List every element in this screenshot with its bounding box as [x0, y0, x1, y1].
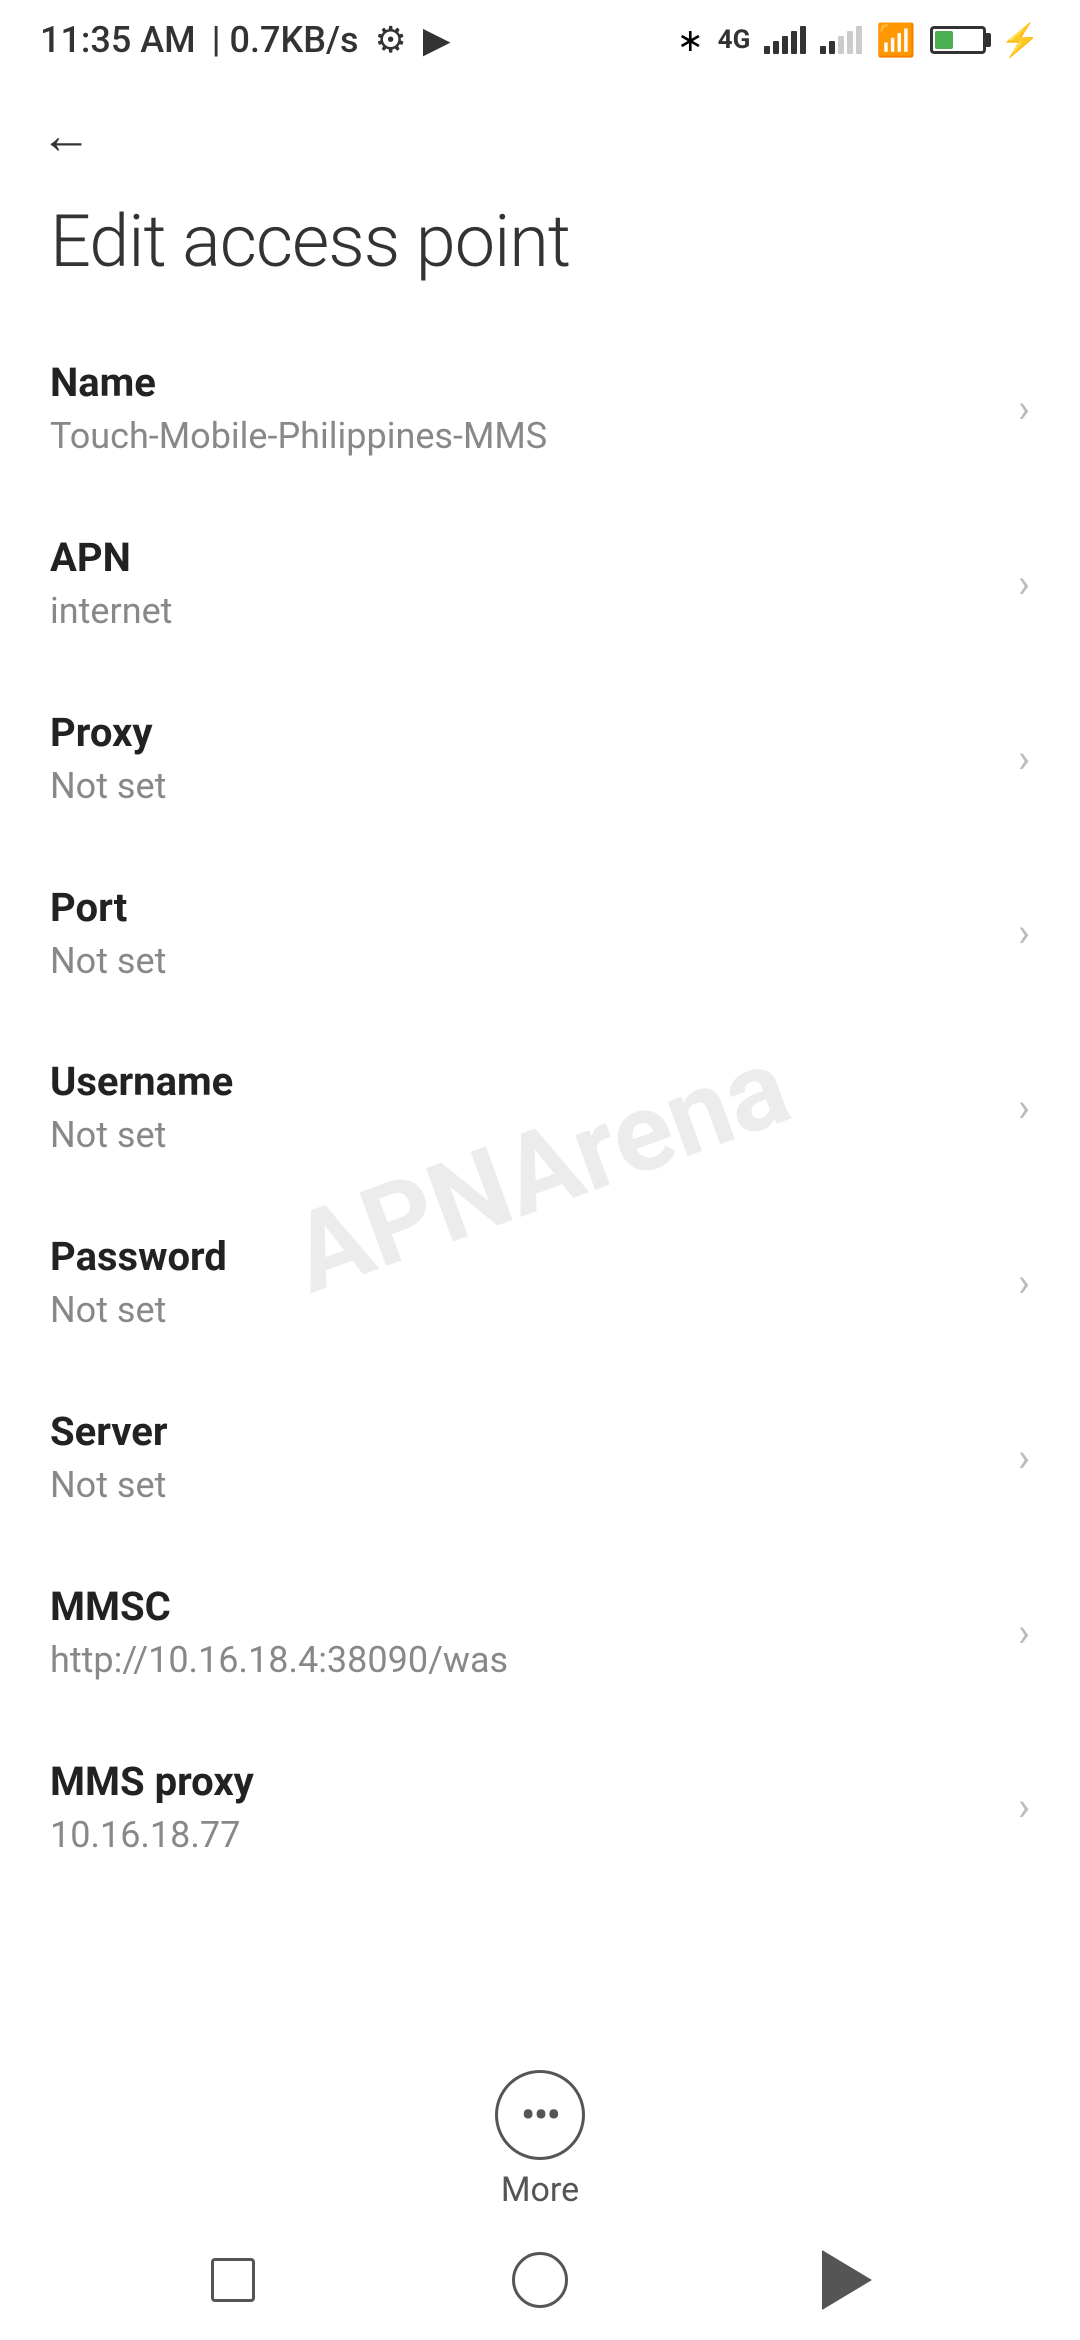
- settings-item-proxy-label: Proxy: [50, 707, 998, 759]
- settings-item-server[interactable]: Server Not set ›: [0, 1370, 1080, 1545]
- bar5: [800, 26, 806, 54]
- settings-item-apn[interactable]: APN internet ›: [0, 496, 1080, 671]
- signal-bars-2: [820, 26, 862, 54]
- settings-item-mmsc[interactable]: MMSC http://10.16.18.4:38090/was ›: [0, 1545, 1080, 1720]
- status-left: 11:35 AM | 0.7KB/s ⚙ ▶: [40, 19, 451, 61]
- settings-item-port-value: Not set: [50, 938, 998, 985]
- bar2: [773, 41, 779, 54]
- status-bar: 11:35 AM | 0.7KB/s ⚙ ▶ ∗ 4G 📶 ⚡: [0, 0, 1080, 80]
- video-icon: ▶: [423, 19, 451, 61]
- nav-bar: [0, 2220, 1080, 2340]
- settings-icon: ⚙: [375, 19, 407, 61]
- bar2: [829, 41, 835, 54]
- chevron-right-icon: ›: [1018, 1783, 1030, 1830]
- settings-item-apn-content: APN internet: [50, 532, 998, 635]
- home-icon: [512, 2252, 568, 2308]
- bar1: [764, 46, 770, 54]
- settings-item-port[interactable]: Port Not set ›: [0, 846, 1080, 1021]
- more-button[interactable]: ••• More: [495, 2070, 585, 2210]
- speed-display: | 0.7KB/s: [212, 19, 359, 61]
- settings-item-apn-label: APN: [50, 532, 998, 584]
- settings-item-password-label: Password: [50, 1231, 998, 1283]
- chevron-right-icon: ›: [1018, 560, 1030, 607]
- chevron-right-icon: ›: [1018, 1609, 1030, 1656]
- settings-item-apn-value: internet: [50, 588, 998, 635]
- settings-item-name-value: Touch-Mobile-Philippines-MMS: [50, 413, 998, 460]
- wifi-icon: 📶: [876, 21, 916, 59]
- recent-apps-icon: [211, 2258, 255, 2302]
- ellipsis-icon: •••: [521, 2089, 560, 2141]
- chevron-right-icon: ›: [1018, 909, 1030, 956]
- bar3: [782, 36, 788, 54]
- settings-item-mms-proxy-label: MMS proxy: [50, 1756, 998, 1808]
- settings-item-password-value: Not set: [50, 1287, 998, 1334]
- bluetooth-icon: ∗: [677, 21, 704, 59]
- bar3: [838, 36, 844, 54]
- more-label: More: [501, 2170, 579, 2210]
- nav-back-button[interactable]: [807, 2240, 887, 2320]
- chevron-right-icon: ›: [1018, 385, 1030, 432]
- settings-item-username-label: Username: [50, 1056, 998, 1108]
- settings-item-server-content: Server Not set: [50, 1406, 998, 1509]
- settings-item-password-content: Password Not set: [50, 1231, 998, 1334]
- chevron-right-icon: ›: [1018, 1434, 1030, 1481]
- charge-icon: ⚡: [1000, 21, 1040, 59]
- chevron-right-icon: ›: [1018, 735, 1030, 782]
- bar4: [791, 31, 797, 54]
- chevron-right-icon: ›: [1018, 1259, 1030, 1306]
- settings-item-mmsc-content: MMSC http://10.16.18.4:38090/was: [50, 1581, 998, 1684]
- settings-item-name-label: Name: [50, 357, 998, 409]
- bar1: [820, 46, 826, 54]
- settings-item-username[interactable]: Username Not set ›: [0, 1020, 1080, 1195]
- chevron-right-icon: ›: [1018, 1084, 1030, 1131]
- settings-item-server-label: Server: [50, 1406, 998, 1458]
- status-right: ∗ 4G 📶 ⚡: [677, 21, 1040, 59]
- battery-fill: [935, 31, 952, 49]
- settings-item-proxy-value: Not set: [50, 763, 998, 810]
- bar4: [847, 31, 853, 54]
- network-4g-icon: 4G: [718, 25, 751, 55]
- settings-list: Name Touch-Mobile-Philippines-MMS › APN …: [0, 321, 1080, 1894]
- settings-item-name-content: Name Touch-Mobile-Philippines-MMS: [50, 357, 998, 460]
- settings-item-mmsc-value: http://10.16.18.4:38090/was: [50, 1637, 998, 1684]
- settings-item-name[interactable]: Name Touch-Mobile-Philippines-MMS ›: [0, 321, 1080, 496]
- back-icon: [822, 2250, 872, 2310]
- more-circle-icon: •••: [495, 2070, 585, 2160]
- settings-item-mms-proxy-value: 10.16.18.77: [50, 1812, 998, 1859]
- nav-recent-button[interactable]: [193, 2240, 273, 2320]
- settings-item-username-value: Not set: [50, 1112, 998, 1159]
- settings-item-port-content: Port Not set: [50, 882, 998, 985]
- settings-item-port-label: Port: [50, 882, 998, 934]
- bar5: [856, 26, 862, 54]
- time-display: 11:35 AM: [40, 19, 196, 61]
- settings-item-mms-proxy[interactable]: MMS proxy 10.16.18.77 ›: [0, 1720, 1080, 1895]
- battery-icon: [930, 26, 986, 54]
- settings-item-server-value: Not set: [50, 1462, 998, 1509]
- page-title: Edit access point: [0, 182, 1080, 321]
- settings-item-proxy-content: Proxy Not set: [50, 707, 998, 810]
- top-bar: ←: [0, 80, 1080, 182]
- settings-item-password[interactable]: Password Not set ›: [0, 1195, 1080, 1370]
- settings-item-mms-proxy-content: MMS proxy 10.16.18.77: [50, 1756, 998, 1859]
- signal-bars-1: [764, 26, 806, 54]
- settings-item-proxy[interactable]: Proxy Not set ›: [0, 671, 1080, 846]
- settings-item-username-content: Username Not set: [50, 1056, 998, 1159]
- nav-home-button[interactable]: [500, 2240, 580, 2320]
- back-button[interactable]: ←: [40, 110, 92, 162]
- settings-item-mmsc-label: MMSC: [50, 1581, 998, 1633]
